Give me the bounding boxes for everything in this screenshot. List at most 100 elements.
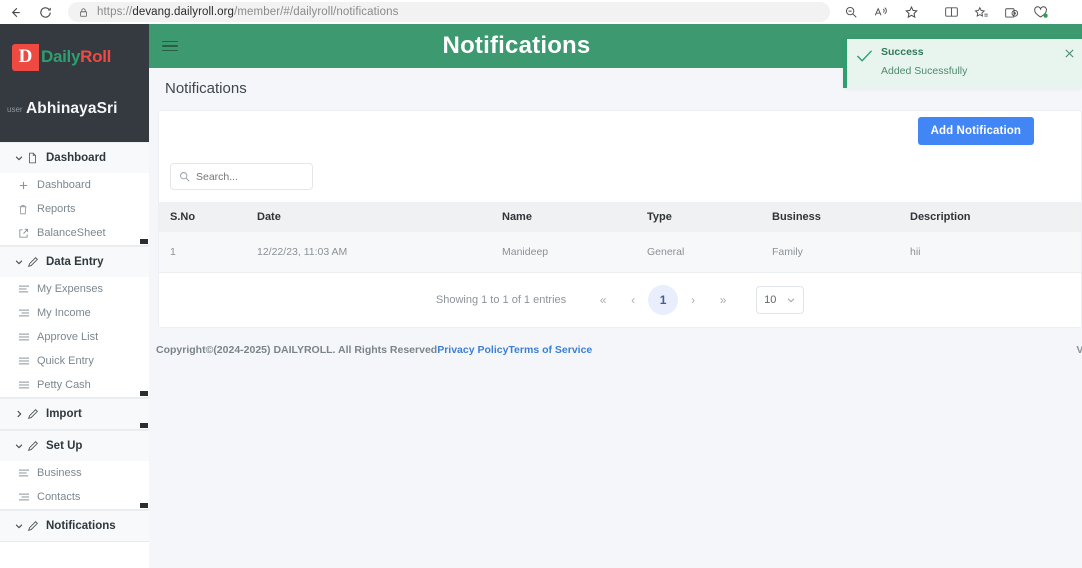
external-link-icon xyxy=(18,228,37,239)
chevron-down-icon xyxy=(787,297,795,302)
column-header-date[interactable]: Date xyxy=(257,202,502,232)
sidebar-item-label: Business xyxy=(37,467,82,479)
cell-description: hii xyxy=(910,232,1081,273)
sidebar-item-my-income[interactable]: My Income xyxy=(0,301,149,325)
pagination: Showing 1 to 1 of 1 entries « ‹ 1 › » 10 xyxy=(159,272,1081,327)
chevron-down-icon xyxy=(14,441,27,451)
sidebar-item-approve-list[interactable]: Approve List xyxy=(0,325,149,349)
check-icon xyxy=(847,46,881,63)
hamburger-icon[interactable] xyxy=(159,35,181,57)
browser-essentials-icon[interactable] xyxy=(1026,1,1056,23)
sidebar-group-header-import[interactable]: Import xyxy=(0,398,149,429)
toast-body: Success Added Sucessfully xyxy=(881,46,1056,77)
pagination-next-button[interactable]: › xyxy=(678,285,708,315)
logo-daily-text: Daily xyxy=(41,47,81,66)
list-icon xyxy=(18,380,37,390)
toast-message: Added Sucessfully xyxy=(881,65,968,77)
avatar-alt-text: user xyxy=(7,104,23,114)
sidebar-group-label: Set Up xyxy=(46,440,83,452)
add-favorite-icon[interactable] xyxy=(966,1,996,23)
notifications-card: Add Notification S.No Date Name Type Bus… xyxy=(158,110,1082,328)
pagination-first-button[interactable]: « xyxy=(588,285,618,315)
sidebar-group-dashboard: Dashboard Dashboard Reports BalanceSheet xyxy=(0,142,149,246)
main-content: Notifications Add Notification S.No Date… xyxy=(149,68,1082,568)
sidebar-group-label: Data Entry xyxy=(46,256,104,268)
reload-icon[interactable] xyxy=(30,1,60,23)
cell-sno: 1 xyxy=(159,232,257,273)
sidebar-group-header-notifications[interactable]: Notifications xyxy=(0,510,149,541)
sidebar-scroll-nub[interactable] xyxy=(140,503,148,508)
sidebar-item-contacts[interactable]: Contacts xyxy=(0,485,149,509)
sidebar-item-dashboard[interactable]: Dashboard xyxy=(0,173,149,197)
table-body: 1 12/22/23, 11:03 AM Manideep General Fa… xyxy=(159,232,1081,273)
page-title: Notifications xyxy=(442,32,591,59)
column-header-name[interactable]: Name xyxy=(502,202,647,232)
sidebar-item-label: My Expenses xyxy=(37,283,104,295)
search-area xyxy=(159,149,1081,202)
table-row[interactable]: 1 12/22/23, 11:03 AM Manideep General Fa… xyxy=(159,232,1081,273)
sidebar-group-setup: Set Up Business Contacts xyxy=(0,430,149,510)
sidebar-group-label: Notifications xyxy=(46,520,116,532)
sidebar-item-label: Dashboard xyxy=(37,179,91,191)
app-logo[interactable]: D DailyRoll xyxy=(0,36,149,78)
chevron-down-icon xyxy=(14,521,27,531)
sidebar-scroll-nub[interactable] xyxy=(140,239,148,244)
sidebar-item-label: Quick Entry xyxy=(37,355,94,367)
sidebar-item-quick-entry[interactable]: Quick Entry xyxy=(0,349,149,373)
column-header-sno[interactable]: S.No xyxy=(159,202,257,232)
collections-icon[interactable] xyxy=(996,1,1026,23)
page-size-select[interactable]: 10 xyxy=(756,285,805,314)
close-icon[interactable] xyxy=(1056,46,1082,62)
list-icon xyxy=(18,468,37,478)
zoom-out-icon[interactable] xyxy=(836,1,866,23)
list-icon xyxy=(18,356,37,366)
read-aloud-icon[interactable] xyxy=(866,1,896,23)
toast-title: Success xyxy=(881,46,924,58)
search-input[interactable] xyxy=(196,170,296,183)
column-header-business[interactable]: Business xyxy=(772,202,910,232)
sidebar-group-header-setup[interactable]: Set Up xyxy=(0,430,149,461)
pagination-page-1[interactable]: 1 xyxy=(648,284,679,315)
split-screen-icon[interactable] xyxy=(936,1,966,23)
pencil-icon xyxy=(27,408,46,420)
pencil-icon xyxy=(27,440,46,452)
sidebar-item-label: My Income xyxy=(37,307,91,319)
back-arrow-icon[interactable] xyxy=(0,1,30,23)
logo-roll-text: Roll xyxy=(80,47,112,66)
privacy-policy-link[interactable]: Privacy Policy xyxy=(437,344,508,356)
sidebar-item-balancesheet[interactable]: BalanceSheet xyxy=(0,221,149,245)
add-notification-button[interactable]: Add Notification xyxy=(917,117,1034,145)
pagination-last-button[interactable]: » xyxy=(708,285,738,315)
pagination-prev-button[interactable]: ‹ xyxy=(618,285,648,315)
sidebar-item-business[interactable]: Business xyxy=(0,461,149,485)
sidebar-menu: Dashboard Dashboard Reports BalanceSheet xyxy=(0,142,149,568)
search-icon xyxy=(180,172,190,182)
search-box[interactable] xyxy=(170,163,313,190)
favorite-star-icon[interactable] xyxy=(896,1,926,23)
sidebar-group-label: Dashboard xyxy=(46,152,107,164)
footer-copyright: Copyright©(2024-2025) DAILYROLL. All Rig… xyxy=(156,343,438,356)
user-profile[interactable]: user AbhinayaSri xyxy=(0,100,149,118)
dailyroll-logo-icon: D xyxy=(12,43,39,71)
column-header-type[interactable]: Type xyxy=(647,202,772,232)
sidebar-scroll-nub[interactable] xyxy=(140,391,148,396)
sidebar-item-petty-cash[interactable]: Petty Cash xyxy=(0,373,149,397)
sidebar-group-label: Import xyxy=(46,408,82,420)
file-icon xyxy=(27,152,46,164)
pagination-info: Showing 1 to 1 of 1 entries xyxy=(435,293,567,306)
sidebar-item-reports[interactable]: Reports xyxy=(0,197,149,221)
sidebar-item-my-expenses[interactable]: My Expenses xyxy=(0,277,149,301)
sidebar-group-header-dashboard[interactable]: Dashboard xyxy=(0,142,149,173)
sidebar-group-header-data-entry[interactable]: Data Entry xyxy=(0,246,149,277)
cell-business: Family xyxy=(772,232,910,273)
cell-date: 12/22/23, 11:03 AM xyxy=(257,232,502,273)
column-header-description[interactable]: Description xyxy=(910,202,1081,232)
browser-toolbar: https://devang.dailyroll.org/member/#/da… xyxy=(0,0,1082,24)
terms-of-service-link[interactable]: Terms of Service xyxy=(508,344,592,356)
pencil-icon xyxy=(27,256,46,268)
avatar: user xyxy=(6,102,23,116)
list-icon xyxy=(18,492,37,502)
sidebar: D DailyRoll user AbhinayaSri Dashboard D… xyxy=(0,24,149,568)
sidebar-scroll-nub[interactable] xyxy=(140,423,148,428)
address-bar[interactable]: https://devang.dailyroll.org/member/#/da… xyxy=(68,2,830,22)
